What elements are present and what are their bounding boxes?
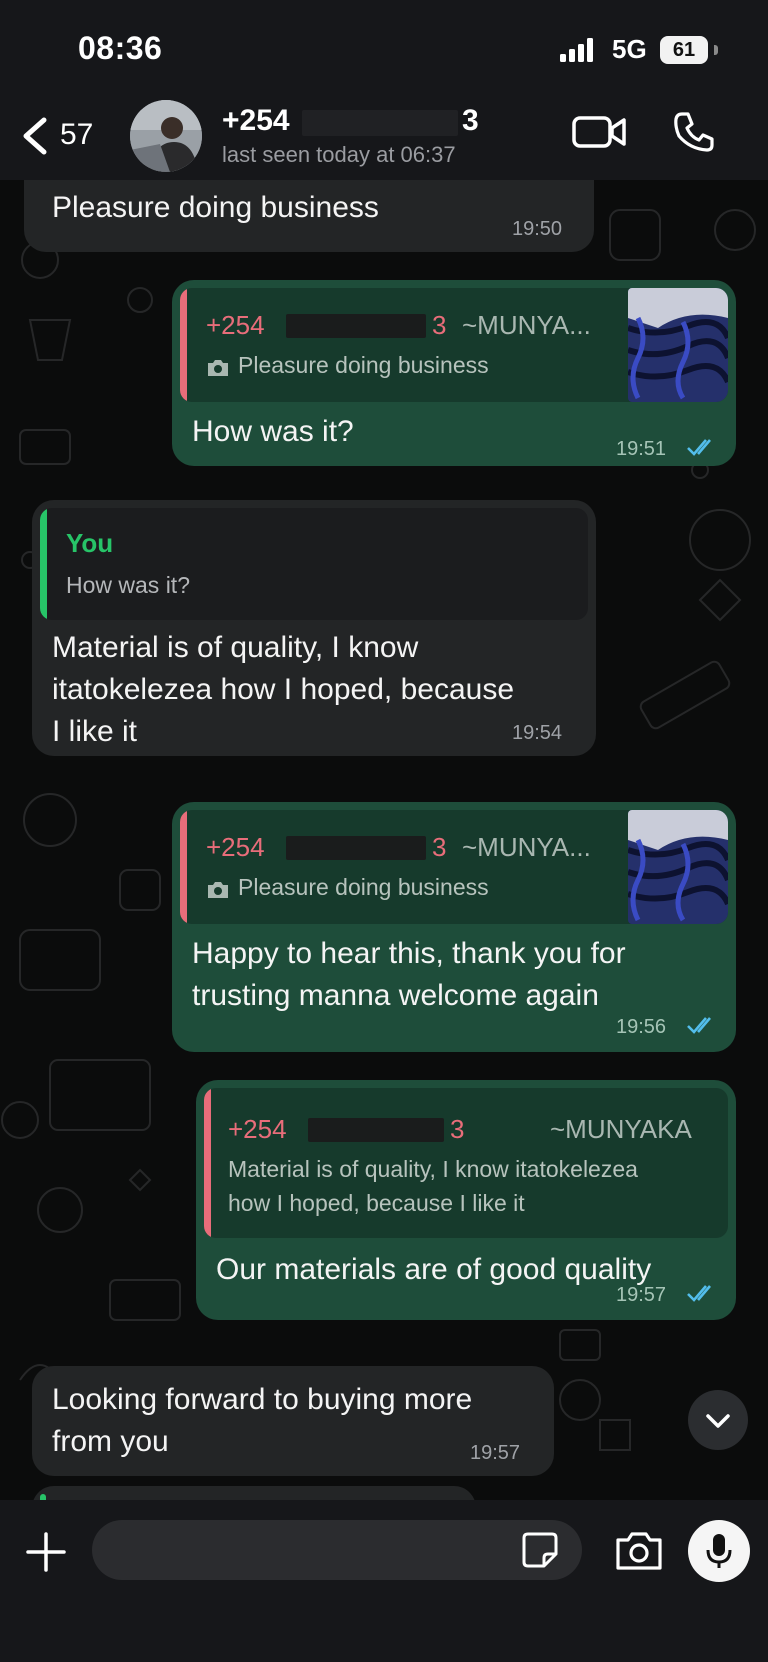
message-text-line: Looking forward to buying more (52, 1383, 473, 1416)
message-time: 19:54 (512, 722, 563, 744)
reply-sender-nickname: ~MUNYA... (462, 832, 591, 862)
message-text-line: I like it (52, 715, 138, 748)
status-bar: 08:36 5G 61 (0, 0, 768, 100)
battery-level: 61 (660, 36, 708, 64)
fabric-thumbnail-image (628, 288, 728, 402)
reply-text: Pleasure doing business (238, 874, 489, 900)
message-bubble-partial[interactable] (32, 1486, 476, 1500)
microphone-button[interactable] (688, 1520, 750, 1582)
reply-text: How was it? (66, 572, 190, 598)
fabric-thumbnail-image (628, 810, 728, 924)
microphone-icon (706, 1534, 732, 1568)
message-text-line: from you (52, 1425, 169, 1458)
camera-button-icon[interactable] (614, 1530, 664, 1572)
last-seen-status: last seen today at 06:37 (222, 142, 456, 167)
message-bubble[interactable]: Looking forward to buying more from you … (32, 1366, 554, 1476)
reply-bar (204, 1088, 211, 1238)
reply-text: Pleasure doing business (238, 352, 489, 378)
reply-sender-suffix: 3 (450, 1114, 465, 1144)
message-bubble[interactable]: You How was it? Material is of quality, … (32, 500, 596, 756)
back-chevron-icon[interactable] (14, 114, 54, 158)
scroll-to-bottom-button[interactable] (688, 1390, 748, 1450)
reply-bar (180, 288, 187, 402)
message-text-line: Happy to hear this, thank you for (192, 937, 626, 970)
avatar-photo (130, 100, 202, 172)
reply-bar (180, 810, 187, 924)
redaction-bar (308, 1118, 444, 1142)
reply-sender-nickname: ~MUNYAKA (550, 1114, 692, 1144)
reply-sender-prefix: +254 (228, 1114, 287, 1144)
reply-text-line: Material is of quality, I know itatokele… (228, 1156, 638, 1182)
reply-sender: You (66, 528, 114, 558)
reply-sender-suffix: 3 (432, 832, 447, 862)
reply-sender-nickname: ~MUNYA... (462, 310, 591, 340)
message-bubble[interactable]: +254 3 ~MUNYA... Pleasure doing business (172, 280, 736, 466)
battery-icon: 61 (660, 36, 718, 64)
message-bubble[interactable]: Pleasure doing business 19:50 (24, 180, 594, 252)
reply-sender-suffix: 3 (432, 310, 447, 340)
reply-quote[interactable]: +254 3 ~MUNYAKA Material is of quality, … (204, 1088, 728, 1238)
message-time: 19:51 (616, 438, 667, 460)
reply-quote[interactable]: +254 3 ~MUNYA... Pleasure doing business (180, 288, 728, 402)
reply-text-line: how I hoped, because I like it (228, 1190, 525, 1216)
reply-thumbnail (628, 288, 728, 402)
message-text-line: Material is of quality, I know (52, 631, 419, 664)
read-receipt-icon (687, 1017, 711, 1034)
message-text: Pleasure doing business (52, 191, 379, 224)
message-bubble[interactable]: +254 3 ~MUNYAKA Material is of quality, … (196, 1080, 736, 1320)
read-receipt-icon (687, 439, 711, 456)
message-text-line: itatokelezea how I hoped, because (52, 673, 514, 706)
chevron-down-icon (706, 1414, 730, 1428)
chat-header: 57 +254 3 last seen today at 06:37 (0, 100, 768, 180)
read-receipt-icon (687, 1285, 711, 1302)
message-text-line: trusting manna welcome again (192, 979, 599, 1012)
message-bubble[interactable]: +254 3 ~MUNYA... Pleasure doing business (172, 802, 736, 1052)
composer-bar (0, 1500, 768, 1662)
status-time: 08:36 (78, 30, 163, 66)
contact-name-suffix[interactable]: 3 (462, 104, 479, 138)
plus-icon[interactable] (24, 1530, 68, 1574)
message-text: Our materials are of good quality (216, 1253, 652, 1286)
message-time: 19:57 (470, 1442, 521, 1464)
message-time: 19:50 (512, 218, 563, 240)
reply-quote[interactable]: You How was it? (40, 508, 588, 620)
message-text: How was it? (192, 415, 354, 448)
message-time: 19:57 (616, 1284, 667, 1306)
unread-count[interactable]: 57 (60, 118, 93, 152)
camera-icon (208, 360, 228, 376)
message-input[interactable] (92, 1520, 582, 1580)
contact-name-prefix[interactable]: +254 (222, 104, 290, 138)
message-list[interactable]: Pleasure doing business 19:50 +254 3 ~MU… (0, 180, 768, 1500)
redaction-bar (286, 314, 426, 338)
reply-quote[interactable]: +254 3 ~MUNYA... Pleasure doing business (180, 810, 728, 924)
reply-sender-prefix: +254 (206, 310, 265, 340)
network-type: 5G (612, 34, 647, 64)
sticker-icon[interactable] (520, 1530, 560, 1570)
video-call-icon[interactable] (572, 112, 628, 152)
reply-bar (40, 508, 47, 620)
camera-icon (208, 882, 228, 898)
chat-screen: 08:36 5G 61 57 +254 3 last seen today at… (0, 0, 768, 1662)
signal-icon (560, 38, 593, 62)
reply-sender-prefix: +254 (206, 832, 265, 862)
message-time: 19:56 (616, 1016, 667, 1038)
contact-avatar[interactable] (130, 100, 202, 172)
battery-cap (714, 45, 718, 55)
redaction-bar (302, 110, 458, 136)
reply-thumbnail (628, 810, 728, 924)
phone-icon[interactable] (672, 110, 716, 154)
redaction-bar (286, 836, 426, 860)
